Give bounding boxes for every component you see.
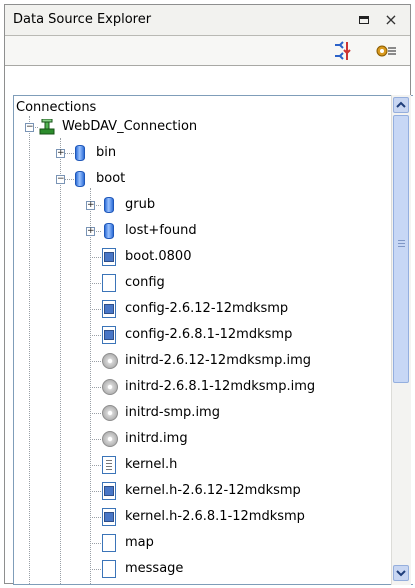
tree-item-file[interactable]: kernel.h-2.6.12-12mdksmp [14, 480, 392, 502]
tree-item-label: WebDAV_Connection [62, 119, 198, 134]
tree-item-file[interactable]: config-2.6.8.1-12mdksmp [14, 324, 392, 346]
maximize-button[interactable] [355, 11, 373, 29]
disk-image-icon [102, 431, 118, 447]
tree-item-file[interactable]: initrd-2.6.12-12mdksmp.img [14, 350, 392, 372]
window-file-icon [102, 482, 116, 500]
view-menu-icon [376, 45, 396, 57]
chevron-down-icon [396, 570, 406, 577]
collapse-toggle[interactable]: − [56, 175, 65, 184]
database-icon [75, 171, 85, 187]
maximize-icon [359, 16, 369, 24]
tree-item-file[interactable]: map [14, 532, 392, 554]
database-icon [104, 197, 114, 213]
tree-item-label: kernel.h [125, 457, 178, 472]
database-icon [75, 145, 85, 161]
tree-item-label: initrd.img [125, 431, 188, 446]
tree-item-file[interactable]: boot.0800 [14, 246, 392, 268]
tree-item-file[interactable]: initrd-smp.img [14, 402, 392, 424]
scroll-up-button[interactable] [393, 97, 409, 113]
view-menu-button[interactable] [375, 41, 397, 61]
scroll-grip-icon [398, 240, 405, 249]
tree-item-label: kernel.h-2.6.12-12mdksmp [125, 483, 301, 498]
tree-item-label: bin [96, 145, 117, 160]
tree-item-label: message [125, 561, 184, 576]
data-source-explorer-view: Data Source Explorer × Connections − Web… [4, 4, 413, 585]
close-button[interactable]: × [382, 11, 400, 29]
window-file-icon [102, 300, 116, 318]
blank-file-icon [102, 560, 116, 578]
disk-image-icon [102, 379, 118, 395]
connections-tree: Connections − WebDAV_Connection + bin − … [13, 95, 413, 585]
connection-icon [39, 119, 55, 135]
tree-item-label: boot.0800 [125, 249, 192, 264]
tree-item-file[interactable]: message [14, 558, 392, 580]
window-file-icon [102, 508, 116, 526]
tree-item-label: map [125, 535, 154, 550]
database-icon [104, 223, 114, 239]
view-title-bar: Data Source Explorer × [5, 5, 410, 36]
tree-item-webdav-connection[interactable]: − WebDAV_Connection [14, 116, 392, 138]
blank-file-icon [102, 274, 116, 292]
vertical-scrollbar[interactable] [391, 95, 411, 585]
tree-item-label: grub [125, 197, 156, 212]
scroll-down-button[interactable] [393, 565, 409, 581]
scroll-thumb[interactable] [393, 115, 409, 383]
expand-toggle[interactable]: + [86, 201, 95, 210]
collapse-toggle[interactable]: − [25, 123, 34, 132]
collapse-all-button[interactable] [332, 41, 354, 61]
window-file-icon [102, 248, 116, 266]
tree-item-folder[interactable]: + lost+found [14, 220, 392, 242]
expand-toggle[interactable]: + [56, 149, 65, 158]
view-toolbar [5, 36, 410, 66]
tree-item-label: config [125, 275, 165, 290]
tree-item-file[interactable]: kernel.h-2.6.8.1-12mdksmp [14, 506, 392, 528]
tree-item-folder[interactable]: + grub [14, 194, 392, 216]
tree-item-file[interactable]: initrd-2.6.8.1-12mdksmp.img [14, 376, 392, 398]
window-file-icon [102, 326, 116, 344]
tree-item-label: config-2.6.12-12mdksmp [125, 301, 289, 316]
tree-item-file[interactable]: initrd.img [14, 428, 392, 450]
tree-item-folder[interactable]: − boot [14, 168, 392, 190]
tree-item-folder[interactable]: + bin [14, 142, 392, 164]
tree-item-file[interactable]: config-2.6.12-12mdksmp [14, 298, 392, 320]
tree-item-label: initrd-2.6.8.1-12mdksmp.img [125, 379, 316, 394]
disk-image-icon [102, 405, 118, 421]
view-title: Data Source Explorer [13, 12, 152, 27]
collapse-all-icon [335, 41, 351, 60]
blank-file-icon [102, 534, 116, 552]
tree-item-label: lost+found [125, 223, 197, 238]
tree-item-label: kernel.h-2.6.8.1-12mdksmp [125, 509, 305, 524]
tree-item-file[interactable]: config [14, 272, 392, 294]
tree-item-label: initrd-2.6.12-12mdksmp.img [125, 353, 311, 368]
expand-toggle[interactable]: + [86, 227, 95, 236]
tree-item-file[interactable]: kernel.h [14, 454, 392, 476]
tree-item-label: config-2.6.8.1-12mdksmp [125, 327, 293, 342]
text-file-icon [102, 456, 116, 474]
tree-item-label: initrd-smp.img [125, 405, 220, 420]
tree-item-label: boot [96, 171, 126, 186]
chevron-up-icon [396, 101, 406, 108]
disk-image-icon [102, 353, 118, 369]
